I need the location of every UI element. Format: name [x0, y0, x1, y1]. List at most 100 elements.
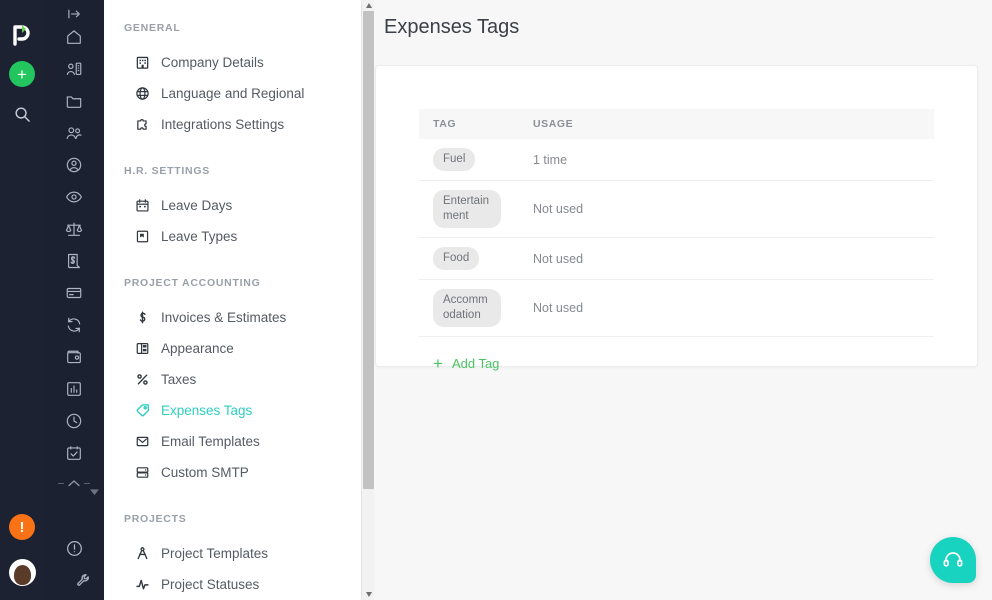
caret-down-icon[interactable] [90, 483, 99, 501]
menu-item-label: Project Templates [161, 546, 269, 561]
tag-pill[interactable]: Entertainment [433, 190, 501, 228]
app-root: + ! GENERAL Company Details Language and… [0, 0, 992, 600]
menu-item-label: Expenses Tags [161, 403, 253, 418]
info-circle-icon[interactable] [58, 533, 90, 563]
tag-cell: Entertainment [419, 180, 519, 238]
add-button[interactable]: + [9, 61, 35, 87]
column-header-usage: USAGE [519, 109, 934, 139]
headset-icon [943, 552, 963, 567]
layout-icon [134, 341, 150, 357]
menu-item-integrations-settings[interactable]: Integrations Settings [104, 109, 374, 140]
menu-item-label: Language and Regional [161, 86, 305, 101]
home-icon[interactable] [58, 24, 90, 49]
credit-card-icon[interactable] [58, 280, 90, 305]
page-title: Expenses Tags [384, 16, 520, 38]
menu-item-taxes[interactable]: Taxes [104, 364, 374, 395]
group-title-general: GENERAL [124, 22, 181, 34]
scroll-up-arrow[interactable] [362, 0, 374, 11]
menu-item-expenses-tags[interactable]: Expenses Tags [104, 395, 374, 426]
wallet-icon[interactable] [58, 344, 90, 369]
server-icon [134, 465, 150, 481]
calendar-check-icon[interactable] [58, 440, 90, 465]
percent-icon [134, 372, 150, 388]
refresh-icon[interactable] [58, 312, 90, 337]
tag-cell: Accommodation [419, 279, 519, 337]
tag-cell: Fuel [419, 139, 519, 181]
tags-table-body: Fuel 1 time Entertainment Not used Food … [419, 139, 934, 337]
menu-item-label: Email Templates [161, 434, 260, 449]
clock-icon[interactable] [58, 408, 90, 433]
menu-item-leave-days[interactable]: Leave Days [104, 190, 374, 221]
envelope-icon [134, 434, 150, 450]
menu-item-appearance[interactable]: Appearance [104, 333, 374, 364]
menu-item-label: Taxes [161, 372, 197, 387]
bar-chart-icon[interactable] [58, 376, 90, 401]
eye-icon[interactable] [58, 184, 90, 209]
tag-pill[interactable]: Food [433, 247, 480, 270]
menu-item-label: Leave Days [161, 198, 233, 213]
menu-item-company-details[interactable]: Company Details [104, 47, 374, 78]
compass-icon [134, 546, 150, 562]
usage-cell: Not used [519, 279, 934, 337]
group-title-hr-settings: H.R. SETTINGS [124, 165, 210, 177]
column-header-tag: TAG [419, 109, 519, 139]
calendar-icon [134, 198, 150, 214]
activity-icon [134, 577, 150, 593]
tag-pill[interactable]: Fuel [433, 148, 476, 171]
menu-item-label: Integrations Settings [161, 117, 285, 132]
table-row[interactable]: Accommodation Not used [419, 279, 934, 337]
menu-item-language-and-regional[interactable]: Language and Regional [104, 78, 374, 109]
menu-item-custom-smtp[interactable]: Custom SMTP [104, 457, 374, 488]
usage-cell: 1 time [519, 139, 934, 181]
p-logo[interactable] [8, 20, 36, 48]
table-row[interactable]: Fuel 1 time [419, 139, 934, 181]
menu-item-project-statuses[interactable]: Project Statuses [104, 569, 374, 600]
main-content: Expenses Tags TAG USAGE Fuel 1 time Ente… [374, 0, 992, 600]
book-icon [134, 229, 150, 245]
tag-pill[interactable]: Accommodation [433, 289, 501, 327]
table-header-row: TAG USAGE [419, 109, 934, 139]
menu-item-invoices-estimates[interactable]: Invoices & Estimates [104, 302, 374, 333]
scroll-down-arrow[interactable] [362, 589, 374, 600]
invoice-icon[interactable] [58, 248, 90, 273]
avatar[interactable] [8, 559, 36, 586]
scales-icon[interactable] [58, 216, 90, 241]
tags-table-wrapper: TAG USAGE Fuel 1 time Entertainment Not … [376, 66, 977, 372]
avatar-face [13, 565, 31, 585]
user-circle-icon[interactable] [58, 152, 90, 177]
search-icon[interactable] [9, 101, 35, 127]
menu-item-label: Company Details [161, 55, 264, 70]
support-chat-button[interactable] [930, 537, 976, 583]
company-icon[interactable] [58, 56, 90, 81]
wrench-icon[interactable] [67, 565, 99, 595]
usage-cell: Not used [519, 237, 934, 280]
table-row[interactable]: Entertainment Not used [419, 180, 934, 238]
alert-badge[interactable]: ! [9, 514, 35, 540]
expenses-tags-card: TAG USAGE Fuel 1 time Entertainment Not … [375, 65, 978, 372]
table-row[interactable]: Food Not used [419, 237, 934, 280]
tag-icon [134, 403, 150, 419]
add-tag-button[interactable]: + Add Tag [419, 337, 934, 372]
add-tag-label: Add Tag [451, 356, 500, 371]
rail-bottom-group [45, 533, 104, 600]
collapse-panel-icon[interactable] [44, 0, 104, 22]
menu-item-email-templates[interactable]: Email Templates [104, 426, 374, 457]
tag-cell: Food [419, 237, 519, 280]
settings-menu-panel: GENERAL Company Details Language and Reg… [104, 0, 374, 600]
globe-icon [134, 86, 150, 102]
group-title-projects: PROJECTS [124, 513, 187, 525]
rail-icon-list [58, 24, 90, 465]
icon-nav-rail [44, 0, 104, 600]
people-icon[interactable] [58, 120, 90, 145]
menu-item-project-templates[interactable]: Project Templates [104, 538, 374, 569]
settings-menu-scroll: GENERAL Company Details Language and Reg… [104, 0, 374, 600]
menu-item-leave-types[interactable]: Leave Types [104, 221, 374, 252]
primary-rail: + ! [0, 0, 44, 600]
settings-scrollbar[interactable] [361, 0, 374, 600]
scrollbar-thumb[interactable] [363, 11, 374, 489]
divider-dash-left [58, 483, 64, 484]
folder-icon[interactable] [58, 88, 90, 113]
usage-cell: Not used [519, 180, 934, 238]
group-title-project-accounting: PROJECT ACCOUNTING [124, 277, 261, 289]
dollar-icon [134, 310, 150, 326]
